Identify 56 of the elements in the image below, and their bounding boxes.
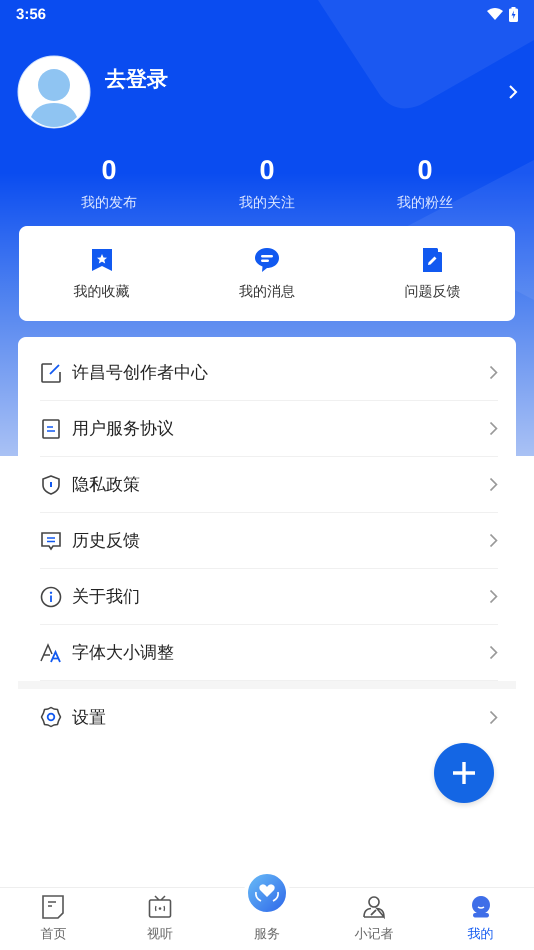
chevron-right-icon <box>489 365 498 380</box>
nav-tab[interactable]: 服务 <box>214 864 320 950</box>
stat-count: 0 <box>259 155 275 186</box>
stat-label[interactable]: 我的关注 <box>239 194 295 212</box>
edit-icon <box>40 362 62 384</box>
stat-count: 0 <box>101 155 117 186</box>
info-icon <box>40 586 62 608</box>
wifi-icon <box>487 8 503 20</box>
menu-label: 设置 <box>72 706 106 728</box>
menu-item[interactable]: 历史反馈 <box>40 513 498 569</box>
shortcut-label[interactable]: 我的收藏 <box>74 282 130 300</box>
chevron-right-icon <box>489 710 498 724</box>
nav-tab[interactable]: 我的 <box>427 888 534 950</box>
menu-item[interactable]: 用户服务协议 <box>40 401 498 457</box>
battery-icon <box>509 6 518 22</box>
stat-label[interactable]: 我的粉丝 <box>397 194 453 212</box>
bookmark-star-icon[interactable] <box>90 246 113 272</box>
nav-tab[interactable]: 首页 <box>0 888 107 950</box>
shortcut-label[interactable]: 问题反馈 <box>404 282 460 300</box>
tv-icon <box>148 895 172 919</box>
stat-count: 0 <box>417 155 433 186</box>
font-size-icon <box>40 642 62 664</box>
plus-icon <box>452 761 476 785</box>
nav-tab[interactable]: 视听 <box>106 888 214 950</box>
chevron-right-icon <box>489 589 498 604</box>
chevron-right-icon <box>489 421 498 436</box>
shield-icon <box>40 474 62 496</box>
shortcut-label[interactable]: 我的消息 <box>238 282 295 300</box>
chevron-right-icon[interactable] <box>508 84 518 100</box>
add-button[interactable] <box>434 743 494 803</box>
note-icon <box>42 895 64 919</box>
menu-label: 关于我们 <box>72 586 140 608</box>
stat-label[interactable]: 我的发布 <box>81 194 137 212</box>
comment-icon <box>40 530 62 552</box>
login-link[interactable]: 去登录 <box>105 65 168 93</box>
nav-tab[interactable]: 小记者 <box>320 888 428 950</box>
avatar-icon[interactable] <box>17 55 91 129</box>
settings-item[interactable]: 设置 <box>40 689 498 745</box>
user-icon <box>470 895 492 919</box>
menu-item[interactable]: 隐私政策 <box>40 457 498 513</box>
chevron-right-icon <box>489 645 498 660</box>
menu-label: 用户服务协议 <box>72 418 174 440</box>
menu-label: 许昌号创作者中心 <box>72 362 208 384</box>
chat-bubble-icon[interactable] <box>254 246 280 272</box>
menu-item[interactable]: 许昌号创作者中心 <box>40 345 498 401</box>
chevron-right-icon <box>489 477 498 492</box>
menu-label: 隐私政策 <box>72 474 140 496</box>
menu-item[interactable]: 关于我们 <box>40 569 498 625</box>
document-icon <box>40 418 62 440</box>
gear-icon <box>40 706 62 728</box>
menu-label: 字体大小调整 <box>72 642 174 664</box>
reporter-icon <box>362 895 386 919</box>
document-edit-icon[interactable] <box>422 246 442 272</box>
status-time: 3:56 <box>16 6 46 22</box>
menu-label: 历史反馈 <box>72 530 140 552</box>
chevron-right-icon <box>489 533 498 548</box>
